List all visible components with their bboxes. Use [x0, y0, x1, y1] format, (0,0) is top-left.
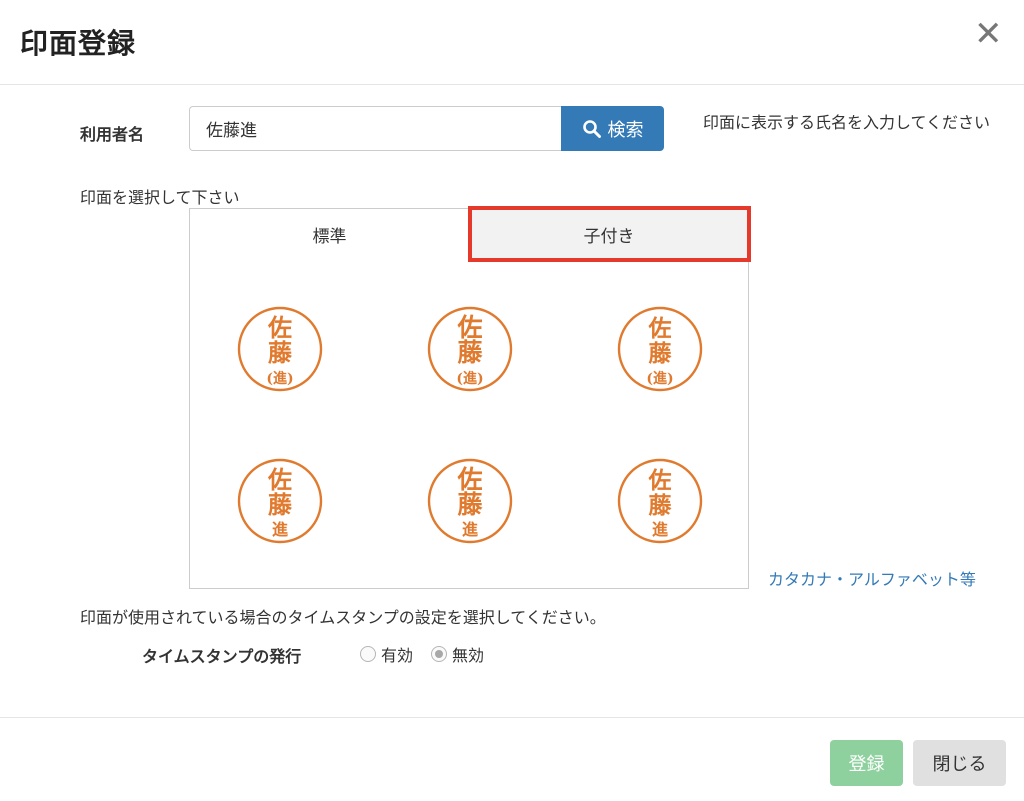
search-icon — [582, 119, 601, 138]
seal-image: 佐 藤 進 — [617, 458, 703, 544]
svg-text:(進): (進) — [456, 371, 483, 387]
seal-tabs: 標準 子付き — [190, 209, 748, 260]
svg-text:(進): (進) — [646, 371, 673, 387]
seal-select-label: 印面を選択して下さい — [80, 188, 240, 207]
tab-standard[interactable]: 標準 — [190, 209, 470, 260]
seal-registration-dialog: 印面登録 ✕ 利用者名 検索 印面に表示する氏名を入力してください 印面を選択し… — [0, 0, 1024, 801]
radio-label: 有効 — [381, 646, 414, 665]
user-search-group: 検索 — [189, 106, 664, 151]
seal-image: 佐 藤 (進) — [237, 306, 323, 392]
dialog-footer: 登録 閉じる — [0, 717, 1024, 801]
seal-image: 佐 藤 進 — [237, 458, 323, 544]
radio-label: 無効 — [452, 646, 485, 665]
svg-text:藤: 藤 — [457, 338, 483, 367]
svg-text:進: 進 — [462, 520, 478, 539]
tab-with-child[interactable]: 子付き — [470, 209, 748, 260]
svg-text:(進): (進) — [266, 371, 293, 387]
timestamp-label: タイムスタンプの発行 — [142, 647, 302, 666]
search-button[interactable]: 検索 — [561, 106, 664, 151]
user-name-label: 利用者名 — [80, 125, 145, 144]
svg-text:進: 進 — [272, 520, 288, 539]
svg-text:藤: 藤 — [268, 338, 293, 367]
dialog-header: 印面登録 ✕ — [0, 0, 1024, 85]
seal-image: 佐 藤 (進) — [617, 306, 703, 392]
svg-text:佐: 佐 — [648, 467, 672, 494]
seal-option[interactable]: 佐 藤 (進) — [616, 305, 704, 393]
svg-text:進: 進 — [652, 520, 668, 539]
radio-circle[interactable] — [360, 646, 376, 662]
seal-option[interactable]: 佐 藤 進 — [426, 457, 514, 545]
svg-text:佐: 佐 — [648, 315, 672, 342]
register-button[interactable]: 登録 — [830, 740, 903, 786]
close-button[interactable]: 閉じる — [913, 740, 1006, 786]
seal-option[interactable]: 佐 藤 進 — [236, 457, 324, 545]
radio-circle[interactable] — [431, 646, 447, 662]
user-name-input[interactable] — [189, 106, 562, 151]
svg-text:藤: 藤 — [457, 490, 483, 519]
katakana-alphabet-link[interactable]: カタカナ・アルファベット等 — [768, 566, 976, 590]
timestamp-description: 印面が使用されている場合のタイムスタンプの設定を選択してください。 — [80, 608, 606, 627]
seal-image: 佐 藤 進 — [427, 458, 513, 544]
seal-selection-panel: 標準 子付き 佐 藤 (進) 佐 藤 (進) 佐 藤 (進) 佐 藤 進 佐 藤… — [189, 208, 749, 589]
timestamp-disabled-radio[interactable]: 無効 — [431, 642, 484, 666]
seal-option[interactable]: 佐 藤 進 — [616, 457, 704, 545]
close-icon[interactable]: ✕ — [974, 17, 1003, 51]
timestamp-enabled-radio[interactable]: 有効 — [360, 642, 413, 666]
seal-option[interactable]: 佐 藤 (進) — [236, 305, 324, 393]
svg-text:藤: 藤 — [268, 490, 293, 519]
seal-option[interactable]: 佐 藤 (進) — [426, 305, 514, 393]
search-button-label: 検索 — [607, 119, 644, 141]
seal-image: 佐 藤 (進) — [427, 306, 513, 392]
name-input-hint: 印面に表示する氏名を入力してください — [703, 113, 991, 132]
svg-text:藤: 藤 — [649, 492, 673, 519]
svg-text:藤: 藤 — [649, 340, 673, 367]
dialog-title: 印面登録 — [20, 27, 137, 60]
